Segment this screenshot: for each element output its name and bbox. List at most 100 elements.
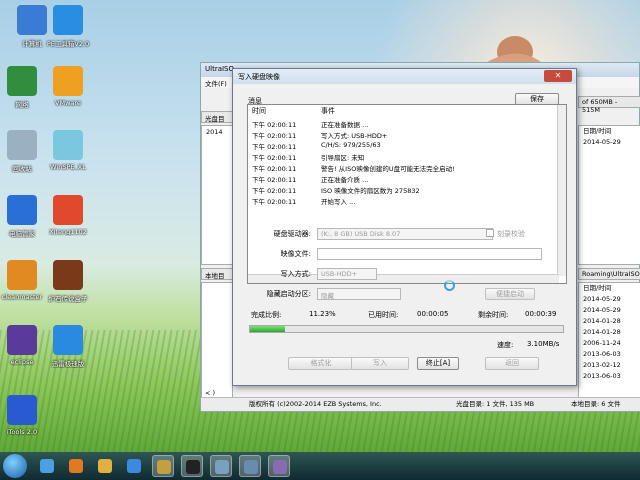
desktop-icon-label: WinSPE_XL bbox=[50, 163, 86, 171]
desktop-icon-label: PE工具箱V2.0 bbox=[46, 40, 90, 48]
log-time: 下午 02:00:11 bbox=[252, 187, 297, 195]
image-file-input[interactable] bbox=[317, 248, 542, 260]
image-file-label: 映像文件: bbox=[280, 250, 311, 258]
network-icon[interactable] bbox=[36, 455, 58, 477]
desktop-icon-label: 炉石传说盒子 bbox=[48, 295, 88, 303]
taskbar-glyph bbox=[215, 460, 229, 474]
write-button[interactable]: 写入 bbox=[351, 357, 409, 370]
desktop-icon[interactable]: 炉石传说盒子 bbox=[38, 260, 98, 303]
log-event: 引导扇区: 未知 bbox=[321, 154, 365, 162]
window-icon[interactable] bbox=[239, 455, 261, 477]
log-time: 下午 02:00:11 bbox=[252, 132, 297, 140]
start-orb-icon[interactable] bbox=[3, 454, 27, 478]
tab-cd-directory[interactable]: 光盘目 bbox=[201, 111, 233, 123]
log-time: 下午 02:00:11 bbox=[252, 143, 297, 151]
write-mode-select[interactable]: USB-HDD+ bbox=[317, 268, 377, 280]
clean-icon[interactable] bbox=[210, 455, 232, 477]
taskbar-glyph bbox=[98, 459, 112, 473]
status-bar: 版权所有 (c)2002-2014 EZB Systems, Inc. 光盘目录… bbox=[201, 397, 640, 411]
file-date: 2014-01-28 bbox=[583, 317, 621, 325]
folder-icon[interactable] bbox=[94, 455, 116, 477]
tab-local-directory[interactable]: 本地目 bbox=[201, 268, 233, 280]
format-button[interactable]: 格式化 bbox=[288, 357, 354, 370]
remaining-value: 00:00:39 bbox=[525, 310, 557, 318]
network-globe-icon bbox=[7, 66, 37, 96]
pe-toolbox-icon bbox=[53, 5, 83, 35]
qq-icon[interactable] bbox=[181, 455, 203, 477]
terminate-button[interactable]: 终止[A] bbox=[417, 357, 459, 370]
local-tree-pane[interactable]: < ) bbox=[201, 282, 233, 400]
desktop-icon[interactable]: 迅雷极速版 bbox=[38, 325, 98, 368]
remaining-label: 剩余时间: bbox=[478, 311, 509, 319]
log-time: 下午 02:00:11 bbox=[252, 121, 297, 129]
write-mode-label: 写入方式: bbox=[280, 270, 311, 278]
taskbar bbox=[0, 452, 640, 480]
desktop-icon-label: Xiteng1102 bbox=[49, 228, 87, 236]
cd-file-list[interactable]: 日期/时间 2014-05-29 bbox=[578, 125, 640, 265]
cd-disc-icon bbox=[53, 130, 83, 160]
back-button[interactable]: 返回 bbox=[485, 357, 539, 370]
log-event: 正在准备数据 ... bbox=[321, 121, 369, 129]
log-event: ISO 映像文件的扇区数为 275832 bbox=[321, 187, 420, 195]
close-button[interactable]: ✕ bbox=[544, 70, 572, 82]
disc-icon[interactable] bbox=[268, 455, 290, 477]
local-file-list[interactable]: 日期/时间 2014-05-29 2014-05-29 2014-01-28 2014… bbox=[578, 282, 640, 400]
file-date: 2013-02-12 bbox=[583, 361, 621, 369]
vmware-icon bbox=[53, 66, 83, 96]
column-event-header: 事件 bbox=[321, 107, 335, 115]
desktop-icon[interactable]: PE工具箱V2.0 bbox=[38, 5, 98, 48]
file-date: 2006-11-24 bbox=[583, 339, 621, 347]
firefox-icon[interactable] bbox=[65, 455, 87, 477]
eclipse-icon bbox=[7, 325, 37, 355]
verify-label: 刻录校验 bbox=[497, 230, 525, 238]
hide-partition-label: 隐藏启动分区: bbox=[266, 290, 311, 298]
desktop-icon[interactable]: VMware bbox=[38, 66, 98, 107]
log-vertical-scrollbar[interactable] bbox=[557, 105, 566, 276]
log-event: 正在准备介质 ... bbox=[321, 176, 369, 184]
hide-partition-select[interactable]: 隐藏 bbox=[317, 288, 401, 300]
status-copyright: 版权所有 (c)2002-2014 EZB Systems, Inc. bbox=[249, 400, 382, 408]
desktop-icon[interactable]: WinSPE_XL bbox=[38, 130, 98, 171]
desktop-icon-label: iTools 2.0 bbox=[6, 428, 38, 436]
taskbar-glyph bbox=[40, 459, 54, 473]
file-date: 2014-05-29 bbox=[583, 138, 621, 146]
taskbar-glyph bbox=[69, 459, 83, 473]
write-progress-bar bbox=[249, 325, 564, 333]
status-cd-count: 光盘目录: 1 文件, 135 MB bbox=[456, 400, 535, 408]
cd-tree-item[interactable]: 2014 bbox=[206, 128, 223, 136]
log-time: 下午 02:00:11 bbox=[252, 176, 297, 184]
pe-tool-icon[interactable] bbox=[123, 455, 145, 477]
windows-logo-icon bbox=[53, 195, 83, 225]
size-info: of 650MB - 515M bbox=[578, 96, 640, 114]
column-date-header[interactable]: 日期/时间 bbox=[583, 126, 640, 137]
elapsed-label: 已用时间: bbox=[368, 311, 399, 319]
drive-select[interactable]: (K:, 8 GB) USB Disk 8.07 bbox=[317, 228, 493, 240]
progress-fill bbox=[250, 326, 286, 332]
drive-label: 硬盘驱动器: bbox=[273, 230, 311, 238]
taskbar-glyph bbox=[244, 460, 258, 474]
file-date: 2014-01-28 bbox=[583, 328, 621, 336]
hearthstone-icon bbox=[53, 260, 83, 290]
recycle-bin-icon bbox=[7, 130, 37, 160]
log-event: 警告! 从ISO映像创建的U盘可能无法完全启动! bbox=[321, 165, 455, 173]
tencent-pc-manager-icon bbox=[7, 195, 37, 225]
desktop-icon-label: 迅雷极速版 bbox=[51, 360, 85, 368]
verify-checkbox[interactable] bbox=[486, 229, 494, 237]
file-date: 2014-05-29 bbox=[583, 306, 621, 314]
write-disk-image-dialog: 写入硬盘映像 ✕ 消息 保存 时间 事件 下午 02:00:11 正在准备数据 .… bbox=[232, 68, 577, 386]
desktop-icon[interactable]: iTools 2.0 bbox=[0, 395, 52, 436]
desktop-icon[interactable]: Xiteng1102 bbox=[38, 195, 98, 236]
speed-value: 3.10MB/s bbox=[527, 340, 560, 348]
dialog-title: 写入硬盘映像 bbox=[233, 69, 576, 84]
ultraiso-icon[interactable] bbox=[152, 455, 174, 477]
taskbar-glyph bbox=[127, 459, 141, 473]
column-date-header[interactable]: 日期/时间 bbox=[583, 283, 640, 294]
column-time-header: 时间 bbox=[252, 107, 266, 115]
itools-icon bbox=[7, 395, 37, 425]
cd-tree-pane[interactable]: 2014 bbox=[201, 125, 233, 265]
log-time: 下午 02:00:11 bbox=[252, 198, 297, 206]
log-event: 写入方式: USB-HDD+ bbox=[321, 132, 388, 140]
complete-value: 11.23% bbox=[309, 310, 336, 318]
file-date: 2014-05-29 bbox=[583, 295, 621, 303]
quick-boot-button[interactable]: 便捷启动 bbox=[485, 288, 535, 300]
